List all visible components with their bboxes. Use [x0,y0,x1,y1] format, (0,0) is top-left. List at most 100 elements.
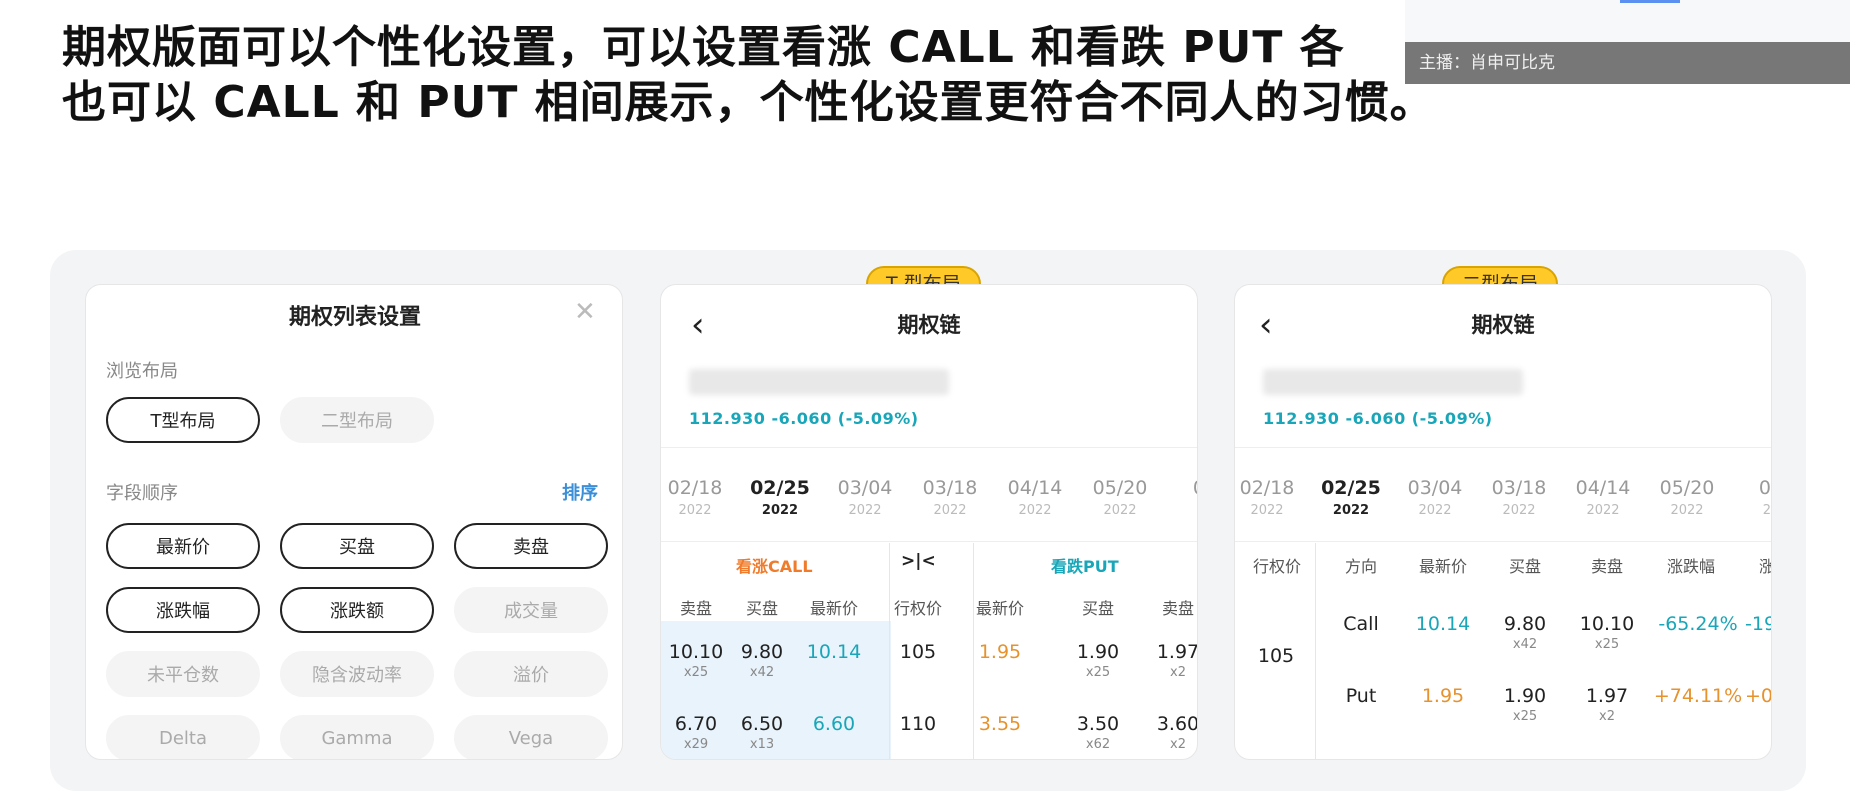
expiry-year: 2022 [1418,503,1452,518]
expiry-year: 20 [1165,503,1198,518]
two-cell: 1.90 x25 [1489,685,1561,724]
column-header: 涨跌幅 [1666,557,1715,576]
two-cell: +74.11% [1653,685,1743,707]
t-cell-value: 10.14 [806,641,862,663]
strike-separator [1315,543,1316,759]
two-layout-option-chain: ‹ 期权链 112.930 -6.060 (-5.09%) 02/18 2022 0… [1234,284,1772,760]
t-cell: 1.97 x2 [1143,641,1198,680]
expiry-date: 02/18 [1239,477,1295,499]
overlay-accent [1620,0,1680,3]
expiry-tab[interactable]: 05/20 2022 [1647,477,1727,518]
two-cell-value: Call [1343,613,1379,635]
two-cell: 1.95 [1407,685,1479,707]
expiry-date: 02/25 [1321,477,1381,499]
column-header: 行权价 [893,599,942,618]
expiry-tab[interactable]: 04/14 2022 [1563,477,1643,518]
expiry-tab[interactable]: 03/18 2022 [1479,477,1559,518]
two-cell-value: 1.95 [1421,685,1465,707]
expiry-tab[interactable]: 02/25 2022 [740,477,820,518]
field-order-label: 字段顺序 [106,483,178,504]
expiry-year: 2022 [848,503,882,518]
t-cell: 1.95 [965,641,1035,663]
t-cell-value: 1.97 [1156,641,1198,663]
t-cell-size: x25 [1085,665,1111,680]
host-overlay: 主播：肖申可比克 [1405,0,1850,84]
t-cell-value: 1.90 [1076,641,1120,663]
divider [1235,447,1771,448]
t-cell-size: x13 [749,737,775,752]
t-cell: 6.60 [799,713,869,735]
t-cell: 3.60 x2 [1143,713,1197,752]
t-cell-size: x25 [683,665,709,680]
column-header: 买盘 [1508,557,1541,576]
column-header: 方向 [1344,557,1377,576]
field-toggle[interactable]: Gamma [280,715,434,759]
column-header: 买盘 [1081,599,1114,618]
divider [661,447,1197,448]
t-cell-size: x2 [1170,737,1186,752]
t-cell-value: 1.95 [978,641,1022,663]
column-header: 买盘 [745,599,778,618]
expiry-tab[interactable]: 0620 [1165,477,1198,518]
t-cell: 10.10 x25 [661,641,731,680]
overlay-top [1405,0,1850,42]
two-cell-size: x2 [1599,709,1615,724]
t-cell-value: 105 [899,641,937,663]
field-toggle[interactable]: 最新价 [106,523,260,569]
expiry-date: 03/18 [922,477,978,499]
expiry-year: 2022 [933,503,967,518]
two-cell: -19 [1745,613,1771,635]
column-header: 涨跌 [1739,553,1771,577]
expiry-tab[interactable]: 04/14 2022 [995,477,1075,518]
t-cell-size: x29 [683,737,709,752]
field-toggle[interactable]: 涨跌额 [280,587,434,633]
two-cell-size: x42 [1512,637,1538,652]
t-cell-value: 3.55 [978,713,1022,735]
two-cell-value: Put [1345,685,1377,707]
strike-value: 105 [1257,645,1295,667]
expiry-tab[interactable]: 05/20 2022 [1080,477,1160,518]
field-toggle[interactable]: Vega [454,715,608,759]
expiry-tab[interactable]: 03/18 2022 [910,477,990,518]
layout-option-two[interactable]: 二型布局 [280,397,434,443]
expiry-year: 2022 [1670,503,1704,518]
close-icon[interactable]: ✕ [574,297,596,327]
t-layout-option-chain: ‹ 期权链 112.930 -6.060 (-5.09%) 02/18 2022 0… [660,284,1198,760]
expiry-tab[interactable]: 0620 [1731,477,1771,518]
column-header: 最新价 [975,599,1024,618]
expiry-year: 2022 [1502,503,1536,518]
expiry-tab[interactable]: 02/25 2022 [1311,477,1391,518]
expiry-year: 2022 [1332,503,1370,518]
field-toggle[interactable]: 涨跌幅 [106,587,260,633]
expiry-date: 06 [1165,477,1197,499]
expiry-year: 2022 [761,503,799,518]
host-bar: 主播：肖申可比克 [1405,42,1850,84]
field-toggle[interactable]: 溢价 [454,651,608,697]
expiry-date: 04/14 [1575,477,1631,499]
expiry-tab[interactable]: 03/04 2022 [1395,477,1475,518]
expiry-tab[interactable]: 03/04 2022 [825,477,905,518]
column-header: 最新价 [809,599,858,618]
expiry-tab[interactable]: 02/18 2022 [1235,477,1307,518]
field-toggle[interactable]: 成交量 [454,587,608,633]
settings-title: 期权列表设置 [288,305,421,330]
field-toggle[interactable]: Delta [106,715,260,759]
layout-option-t[interactable]: T型布局 [106,397,260,443]
field-toggle[interactable]: 卖盘 [454,523,608,569]
t-cell: 6.50 x13 [727,713,797,752]
expiry-tab[interactable]: 02/18 2022 [661,477,735,518]
two-cell-value: +74.11% [1653,685,1743,707]
t-cell: 110 [883,713,953,735]
browse-layout-label: 浏览布局 [106,361,178,382]
collapse-icon[interactable]: >|< [901,551,936,571]
sort-link[interactable]: 排序 [562,479,598,505]
column-header: 卖盘 [1590,557,1623,576]
expiry-year: 2022 [678,503,712,518]
t-cell-value: 9.80 [740,641,784,663]
expiry-date: 05/20 [1659,477,1715,499]
two-cell: +0 [1745,685,1771,707]
call-header: 看涨CALL [736,557,813,576]
field-toggle[interactable]: 买盘 [280,523,434,569]
field-toggle[interactable]: 未平仓数 [106,651,260,697]
field-toggle[interactable]: 隐含波动率 [280,651,434,697]
